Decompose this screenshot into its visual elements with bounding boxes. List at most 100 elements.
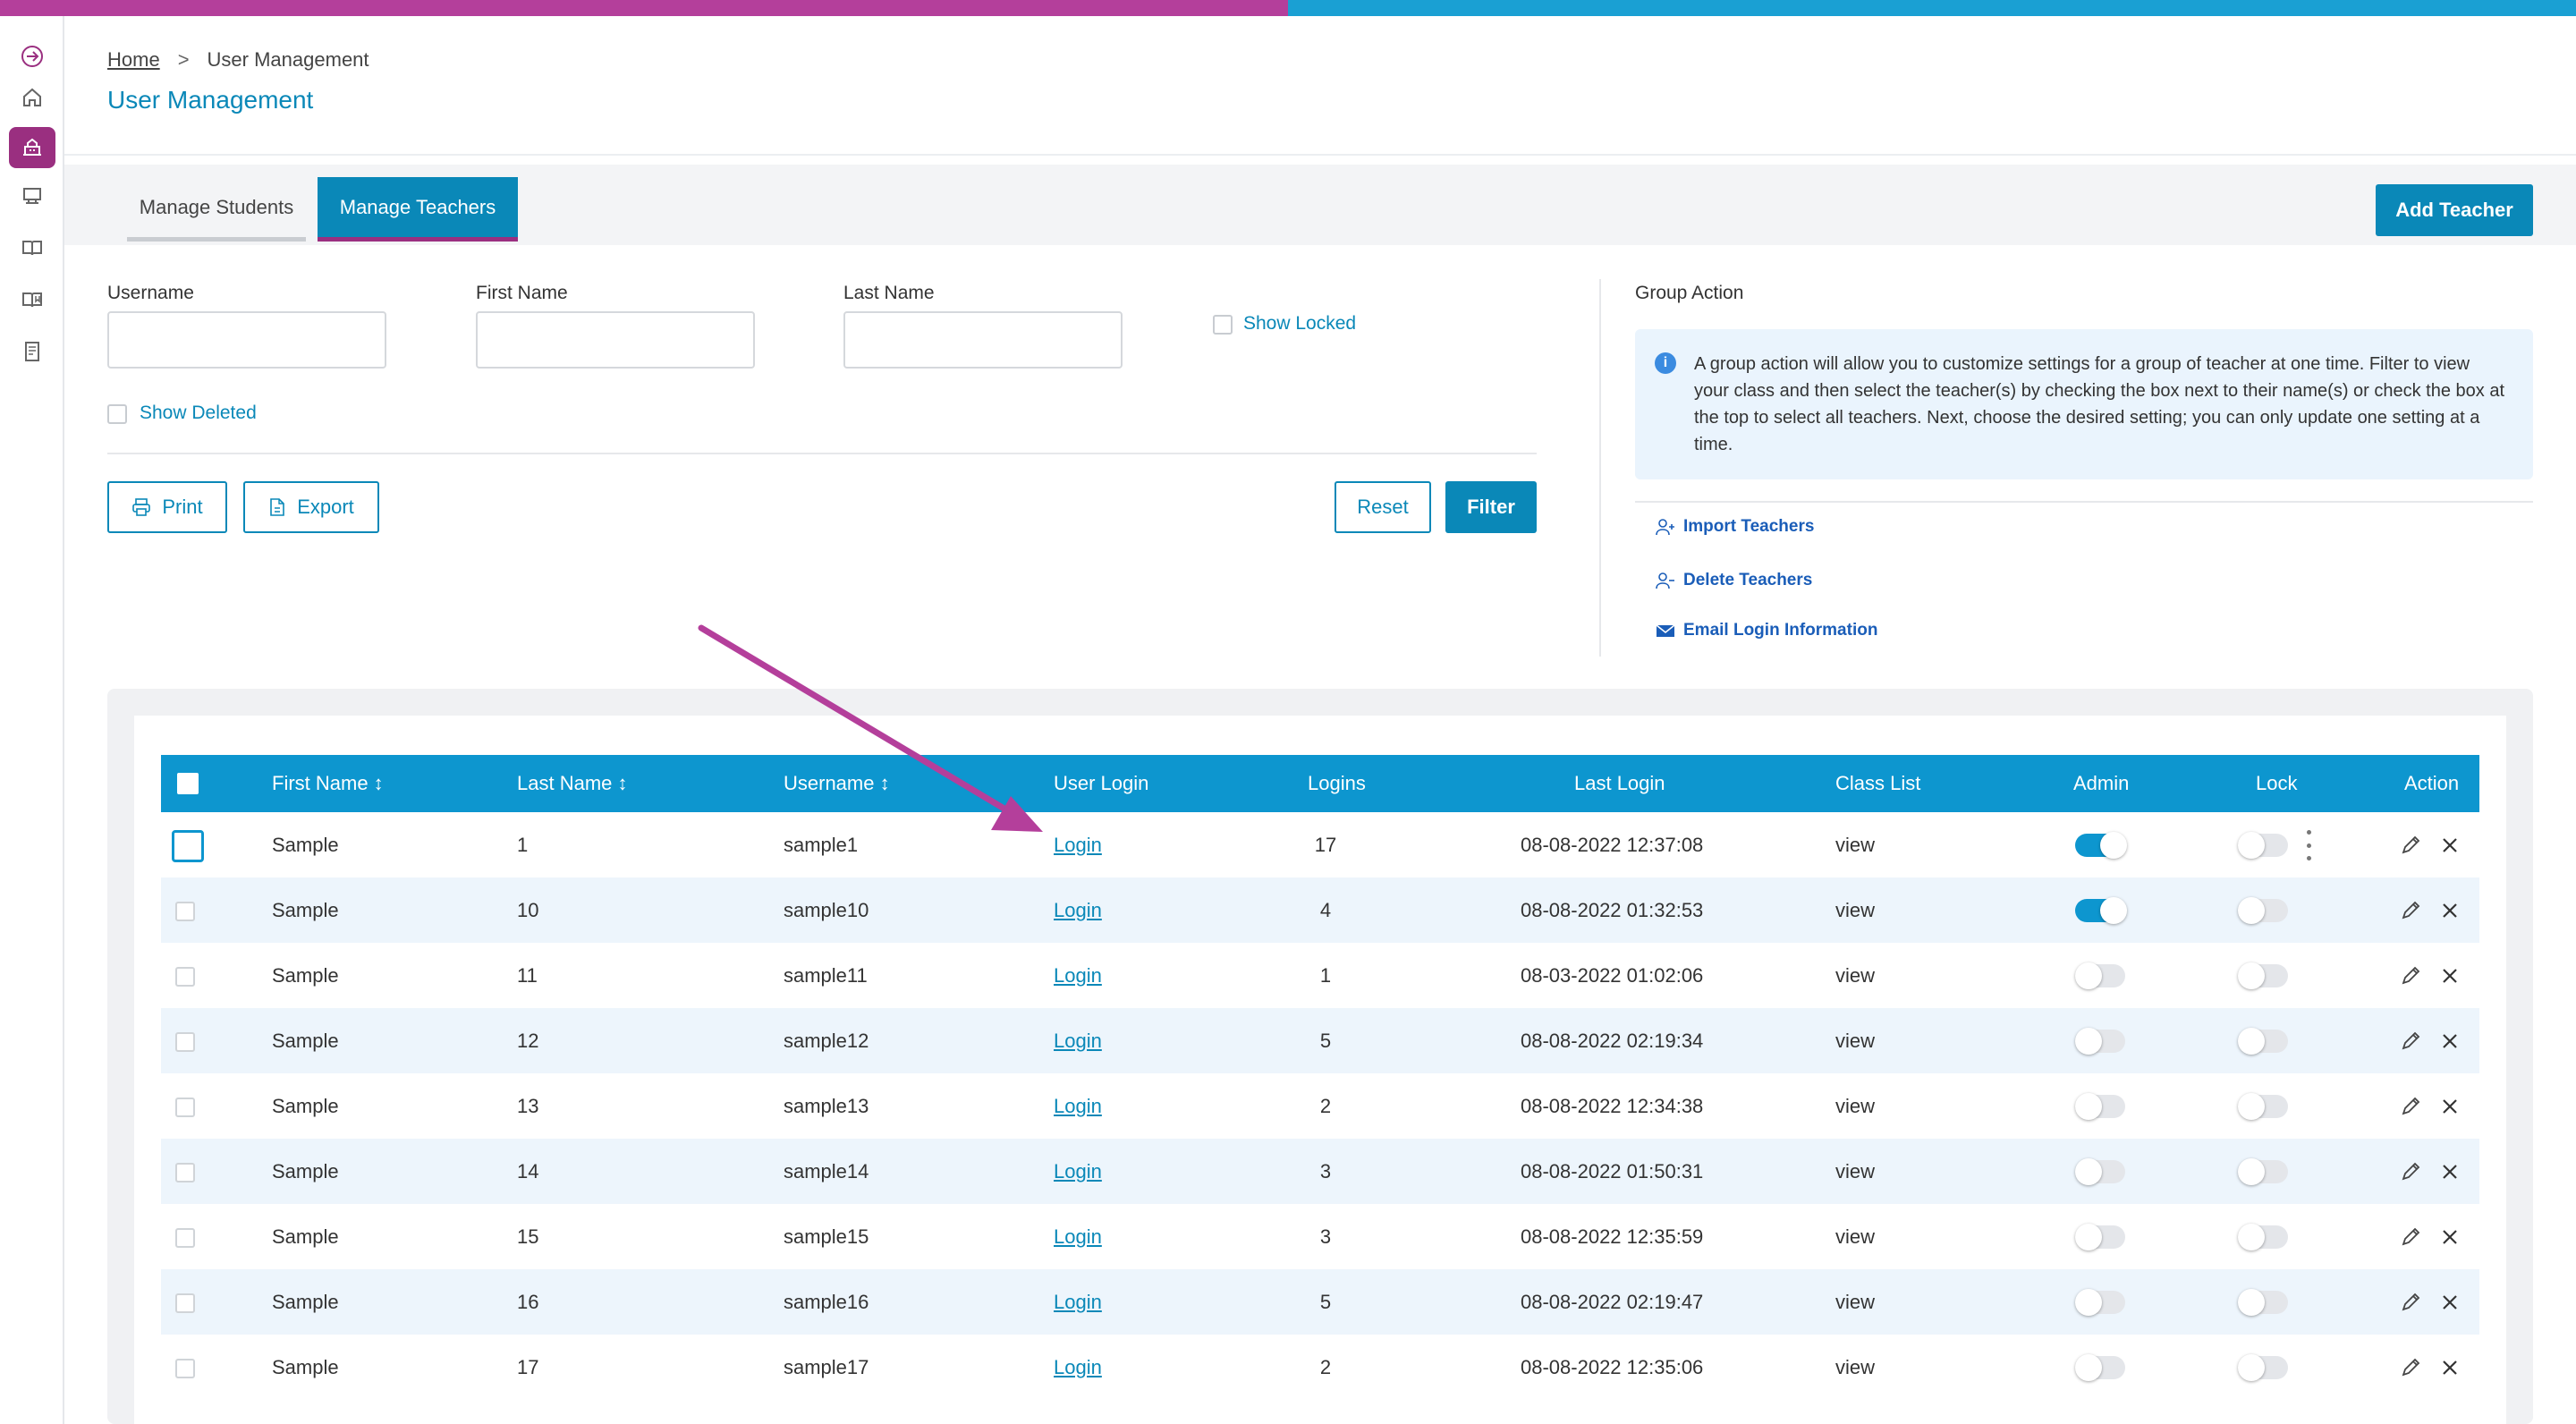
admin-toggle[interactable] [2075, 897, 2127, 924]
admin-toggle[interactable] [2075, 962, 2125, 989]
first-name-input[interactable] [476, 311, 755, 369]
username-input[interactable] [107, 311, 386, 369]
breadcrumb-home[interactable]: Home [107, 48, 160, 72]
user-login-link[interactable]: Login [1054, 1030, 1102, 1053]
show-deleted-label[interactable]: Show Deleted [140, 403, 257, 424]
show-deleted-checkbox[interactable] [107, 404, 127, 424]
close-icon[interactable] [2438, 1291, 2462, 1314]
pencil-icon[interactable] [2399, 899, 2422, 922]
select-all-checkbox[interactable] [177, 773, 199, 794]
group-divider [1599, 279, 1601, 657]
reading-icon[interactable] [9, 279, 55, 320]
show-locked-label[interactable]: Show Locked [1243, 313, 1356, 335]
row-checkbox[interactable] [175, 1293, 195, 1313]
close-icon[interactable] [2438, 1356, 2462, 1379]
user-login-link[interactable]: Login [1054, 1356, 1102, 1379]
user-login-link[interactable]: Login [1054, 1160, 1102, 1183]
pencil-icon[interactable] [2399, 1030, 2422, 1053]
class-list-view-link[interactable]: view [1835, 1008, 1875, 1073]
import-teachers-link[interactable]: Import Teachers [1655, 517, 1814, 537]
reset-button[interactable]: Reset [1335, 481, 1431, 533]
admin-toggle[interactable] [2075, 832, 2127, 859]
book-icon[interactable] [9, 227, 55, 268]
user-login-link[interactable]: Login [1054, 834, 1102, 857]
more-options-icon[interactable] [2304, 830, 2313, 860]
user-login-link[interactable]: Login [1054, 1291, 1102, 1314]
lock-toggle[interactable] [2238, 1158, 2288, 1185]
pencil-icon[interactable] [2399, 1225, 2422, 1249]
row-checkbox[interactable] [175, 1228, 195, 1248]
tab-manage-teachers[interactable]: Manage Teachers [318, 177, 518, 242]
classroom-icon[interactable] [9, 175, 55, 216]
header-username[interactable]: Username ↕ [784, 755, 890, 812]
print-button[interactable]: Print [107, 481, 227, 533]
admin-toggle[interactable] [2075, 1289, 2125, 1316]
user-login-link[interactable]: Login [1054, 1225, 1102, 1249]
user-login-link[interactable]: Login [1054, 899, 1102, 922]
lock-toggle[interactable] [2238, 1028, 2288, 1055]
admin-toggle[interactable] [2075, 1158, 2125, 1185]
lock-toggle[interactable] [2238, 1289, 2288, 1316]
close-icon[interactable] [2438, 899, 2462, 922]
filter-button[interactable]: Filter [1445, 481, 1537, 533]
last-name-input[interactable] [843, 311, 1123, 369]
class-list-view-link[interactable]: view [1835, 877, 1875, 943]
close-icon[interactable] [2438, 1160, 2462, 1183]
close-icon[interactable] [2438, 834, 2462, 857]
lock-toggle[interactable] [2238, 962, 2288, 989]
user-login-link[interactable]: Login [1054, 1095, 1102, 1118]
class-list-view-link[interactable]: view [1835, 943, 1875, 1008]
pencil-icon[interactable] [2399, 1356, 2422, 1379]
export-button[interactable]: Export [243, 481, 379, 533]
close-icon[interactable] [2438, 1095, 2462, 1118]
cell-last-login: 08-08-2022 01:32:53 [1521, 898, 1704, 921]
lock-toggle[interactable] [2238, 1354, 2288, 1381]
class-list-view-link[interactable]: view [1835, 1269, 1875, 1335]
row-checkbox[interactable] [175, 967, 195, 987]
class-list-view-link[interactable]: view [1835, 1073, 1875, 1139]
email-login-info-link[interactable]: Email Login Information [1655, 621, 1877, 640]
header-first-name[interactable]: First Name ↕ [272, 755, 384, 812]
header-last-name[interactable]: Last Name ↕ [517, 755, 628, 812]
expand-icon[interactable] [9, 36, 55, 77]
row-checkbox[interactable] [175, 1032, 195, 1052]
close-icon[interactable] [2438, 1030, 2462, 1053]
cell-username: sample15 [784, 1225, 869, 1248]
close-icon[interactable] [2438, 1225, 2462, 1249]
class-list-view-link[interactable]: view [1835, 1335, 1875, 1400]
report-icon[interactable] [9, 331, 55, 372]
pencil-icon[interactable] [2399, 964, 2422, 987]
lock-toggle[interactable] [2238, 832, 2288, 859]
row-checkbox[interactable] [175, 1163, 195, 1182]
admin-toggle[interactable] [2075, 1354, 2125, 1381]
lock-toggle[interactable] [2238, 1093, 2288, 1120]
admin-toggle[interactable] [2075, 1028, 2125, 1055]
user-login-link[interactable]: Login [1054, 964, 1102, 987]
table-row: Sample 16 sample16 Login 5 08-08-2022 02:19:4… [161, 1269, 2479, 1335]
pencil-icon[interactable] [2399, 1160, 2422, 1183]
pencil-icon[interactable] [2399, 1095, 2422, 1118]
school-icon[interactable] [9, 127, 55, 168]
show-locked-checkbox[interactable] [1213, 315, 1233, 335]
admin-toggle[interactable] [2075, 1224, 2125, 1250]
group-action-info-text: A group action will allow you to customi… [1694, 354, 2505, 454]
lock-toggle[interactable] [2238, 897, 2288, 924]
class-list-view-link[interactable]: view [1835, 812, 1875, 877]
close-icon[interactable] [2438, 964, 2462, 987]
pencil-icon[interactable] [2399, 834, 2422, 857]
row-checkbox[interactable] [175, 902, 195, 921]
home-icon[interactable] [9, 77, 55, 118]
row-checkbox[interactable] [175, 1359, 195, 1378]
class-list-view-link[interactable]: view [1835, 1204, 1875, 1269]
row-checkbox[interactable] [172, 830, 204, 862]
tab-manage-students[interactable]: Manage Students [127, 177, 306, 242]
cell-last-name: 11 [517, 963, 538, 987]
cell-last-login: 08-08-2022 12:34:38 [1521, 1094, 1704, 1117]
add-teacher-button[interactable]: Add Teacher [2376, 184, 2533, 236]
lock-toggle[interactable] [2238, 1224, 2288, 1250]
admin-toggle[interactable] [2075, 1093, 2125, 1120]
class-list-view-link[interactable]: view [1835, 1139, 1875, 1204]
pencil-icon[interactable] [2399, 1291, 2422, 1314]
row-checkbox[interactable] [175, 1098, 195, 1117]
delete-teachers-link[interactable]: Delete Teachers [1655, 571, 1812, 590]
